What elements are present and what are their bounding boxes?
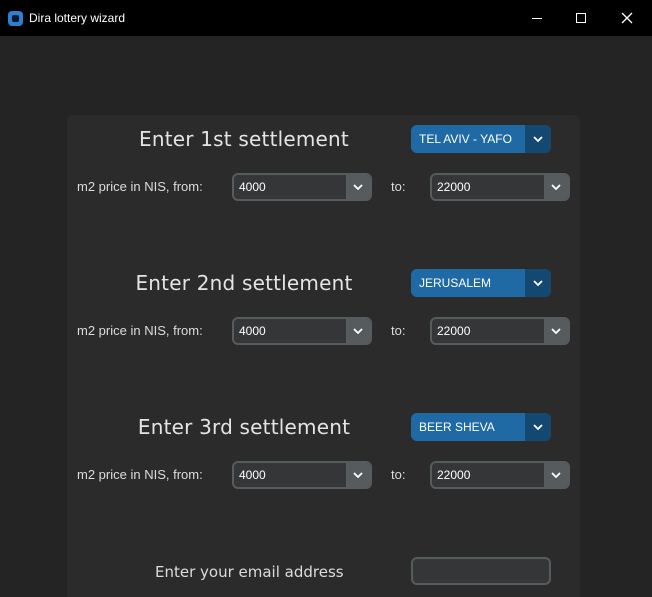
settlement-1-from-label: m2 price in NIS, from: (77, 179, 203, 194)
settlement-3-from-label: m2 price in NIS, from: (77, 467, 203, 482)
settlement-1-to-label: to: (391, 179, 406, 194)
settlement-2-city-value: JERUSALEM (419, 276, 492, 290)
settlement-1-price-to-combo[interactable]: 22000 (430, 173, 570, 201)
settlement-2-heading: Enter 2nd settlement (135, 271, 353, 295)
settlement-1-heading: Enter 1st settlement (139, 127, 349, 151)
settlement-3-city-value: BEER SHEVA (419, 420, 495, 434)
settlement-2-to-label: to: (391, 323, 406, 338)
settlement-2-from-label: m2 price in NIS, from: (77, 323, 203, 338)
maximize-icon (576, 13, 586, 23)
app-icon (8, 11, 23, 26)
maximize-button[interactable] (558, 0, 604, 36)
chevron-down-icon (525, 269, 551, 297)
settlement-1-price-from-combo[interactable]: 4000 (232, 173, 372, 201)
chevron-down-icon (525, 413, 551, 441)
settlement-2-price-from-value: 4000 (239, 324, 266, 338)
chevron-down-icon (346, 463, 370, 487)
settlement-1-price-to-value: 22000 (437, 180, 471, 194)
settlement-3-price-to-combo[interactable]: 22000 (430, 461, 570, 489)
chevron-down-icon (544, 175, 568, 199)
chevron-down-icon (525, 125, 551, 153)
minimize-icon (532, 17, 542, 19)
settlement-3-to-label: to: (391, 467, 406, 482)
settlement-1-city-select[interactable]: TEL AVIV - YAFO (411, 125, 551, 153)
window-title: Dira lottery wizard (29, 11, 126, 25)
settlement-3-price-to-value: 22000 (437, 468, 471, 482)
settlement-2-price-from-combo[interactable]: 4000 (232, 317, 372, 345)
settlement-1-price-from-value: 4000 (239, 180, 266, 194)
email-input[interactable] (411, 557, 551, 585)
chevron-down-icon (544, 319, 568, 343)
close-icon (621, 12, 633, 24)
settlement-1-city-value: TEL AVIV - YAFO (419, 132, 512, 146)
close-button[interactable] (604, 0, 650, 36)
settlement-2-city-select[interactable]: JERUSALEM (411, 269, 551, 297)
settlement-2-price-to-value: 22000 (437, 324, 471, 338)
chevron-down-icon (346, 175, 370, 199)
settlement-3-city-select[interactable]: BEER SHEVA (411, 413, 551, 441)
chevron-down-icon (346, 319, 370, 343)
settlement-3-price-from-value: 4000 (239, 468, 266, 482)
minimize-button[interactable] (514, 0, 560, 36)
chevron-down-icon (544, 463, 568, 487)
settlement-3-heading: Enter 3rd settlement (137, 415, 351, 439)
settlement-3-price-from-combo[interactable]: 4000 (232, 461, 372, 489)
title-bar: Dira lottery wizard (0, 0, 652, 36)
email-label: Enter your email address (155, 563, 344, 581)
settlement-2-price-to-combo[interactable]: 22000 (430, 317, 570, 345)
